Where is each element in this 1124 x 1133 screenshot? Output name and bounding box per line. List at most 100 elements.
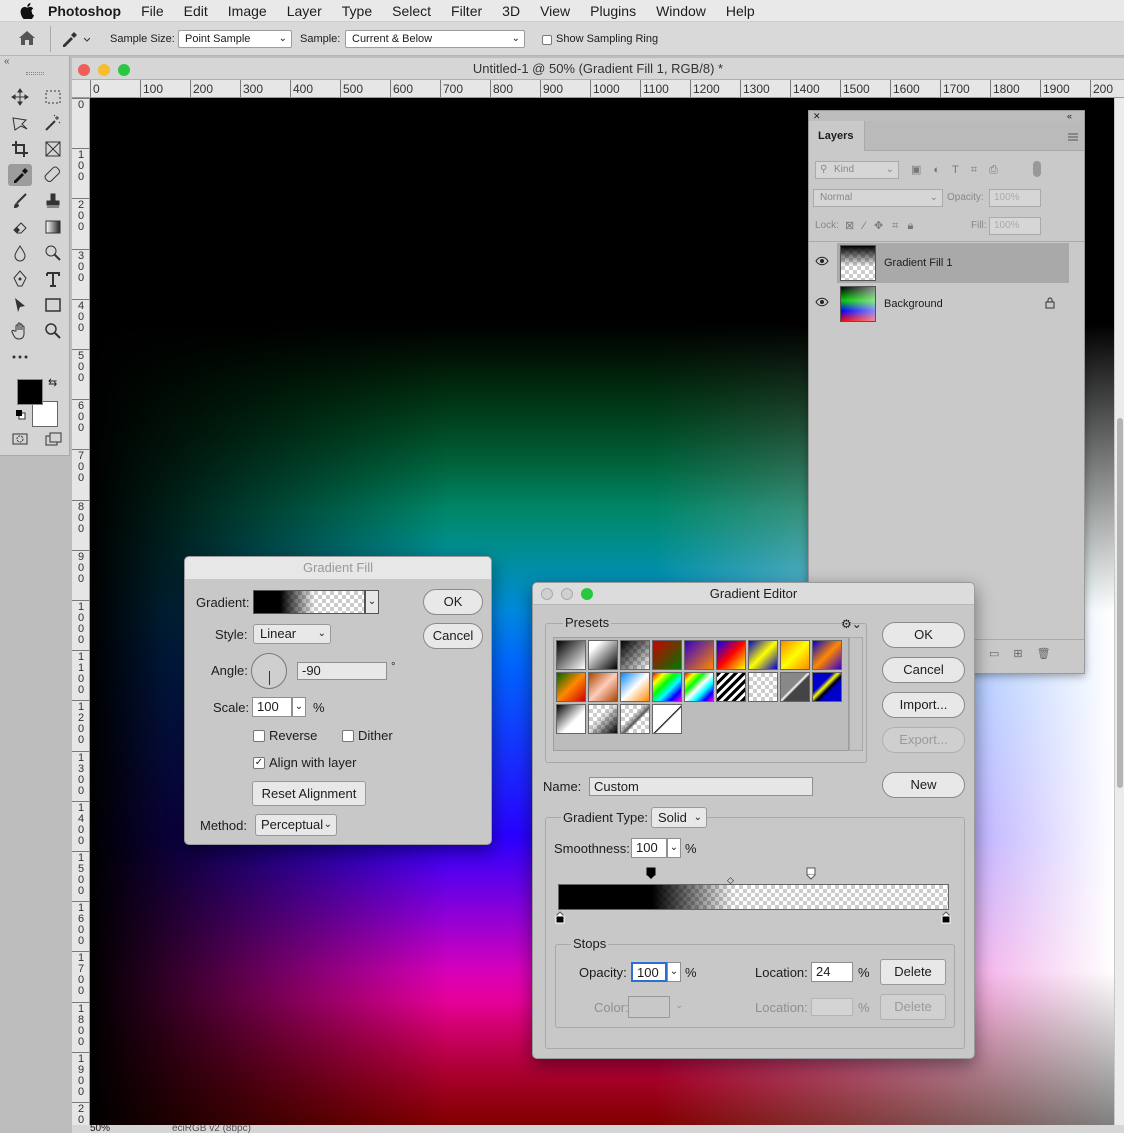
eyedropper-preset-icon[interactable] [60,30,91,51]
rectangle-tool-icon[interactable] [41,294,65,316]
layer-name[interactable]: Gradient Fill 1 [884,257,952,269]
preset-swatch[interactable] [652,640,682,670]
lock-icons[interactable]: ⊠⁄✥⌗🔒︎ [845,219,922,233]
visibility-eye-icon[interactable] [815,256,829,269]
eraser-tool-icon[interactable] [8,216,32,238]
export-button[interactable]: Export... [882,727,965,753]
preset-swatch[interactable] [652,704,682,734]
panel-menu-icon[interactable] [1067,131,1079,145]
stop-color-dropdown-icon[interactable]: ⌄ [675,1000,683,1011]
preset-swatch[interactable] [748,640,778,670]
menu-filter[interactable]: Filter [441,3,492,19]
kind-filter-select[interactable]: ⚲ Kind ⌄ [815,161,899,179]
vertical-scrollbar[interactable] [1114,98,1124,1125]
type-tool-icon[interactable] [41,268,65,290]
preset-swatch[interactable] [652,672,682,702]
collapse-icon[interactable]: « [4,56,10,67]
layer-row[interactable]: Background [815,284,1069,324]
smoothness-input[interactable]: 100 [631,838,667,858]
ok-button[interactable]: OK [882,622,965,648]
zoom-level[interactable]: 50% [90,1125,110,1133]
menu-view[interactable]: View [530,3,580,19]
close-window-icon[interactable] [78,64,90,76]
style-select[interactable]: Linear ⌄ [253,624,331,644]
scale-input[interactable]: 100 [252,697,292,717]
preset-swatch[interactable] [620,704,650,734]
presets-scrollbar[interactable] [849,637,863,751]
screen-mode-icon[interactable] [41,428,65,450]
filter-toggle[interactable] [1033,161,1041,177]
preset-swatch[interactable] [588,640,618,670]
panel-footer-icons[interactable]: ▭⊞🗑︎ [989,647,1065,660]
blend-mode-select[interactable]: Normal ⌄ [813,189,943,207]
zoom-tool-icon[interactable] [41,320,65,342]
new-button[interactable]: New [882,772,965,798]
menu-image[interactable]: Image [218,3,277,19]
method-select[interactable]: Perceptual ⌄ [255,814,337,836]
preset-swatch[interactable] [684,672,714,702]
preset-swatch[interactable] [556,704,586,734]
reverse-checkbox[interactable] [253,730,265,742]
menu-select[interactable]: Select [382,3,441,19]
menu-window[interactable]: Window [646,3,716,19]
preset-swatch[interactable] [780,640,810,670]
marquee-tool-icon[interactable] [41,86,65,108]
presets-gear-icon[interactable]: ⚙⌄ [841,617,862,631]
opacity-stop[interactable] [806,867,816,880]
angle-dial[interactable] [251,653,287,689]
stop-location-input[interactable]: 24 [811,962,853,982]
import-button[interactable]: Import... [882,692,965,718]
menu-help[interactable]: Help [716,3,765,19]
dodge-tool-icon[interactable] [41,242,65,264]
hand-tool-icon[interactable] [8,320,32,342]
frame-tool-icon[interactable] [41,138,65,160]
ok-button[interactable]: OK [423,589,483,615]
panel-collapse-icon[interactable]: « [1067,111,1072,121]
close-window-icon[interactable] [541,588,553,600]
visibility-eye-icon[interactable] [815,297,829,310]
preset-swatch[interactable] [812,672,842,702]
menu-edit[interactable]: Edit [174,3,218,19]
layers-tab[interactable]: Layers [809,121,865,151]
scroll-thumb[interactable] [1117,418,1123,788]
move-tool-icon[interactable] [8,86,32,108]
preset-swatch[interactable] [588,704,618,734]
sample-select[interactable]: Current & Below ⌄ [345,30,525,48]
color-location-input[interactable] [811,998,853,1016]
crop-tool-icon[interactable] [8,138,32,160]
eyedropper-tool-icon[interactable] [8,164,32,186]
foreground-color-swatch[interactable] [17,379,43,405]
align-with-layer-checkbox[interactable]: ✓ [253,757,265,769]
panel-close-icon[interactable]: ✕ [809,111,1084,121]
preset-swatch[interactable] [556,672,586,702]
default-colors-icon[interactable] [16,409,26,420]
color-stop-right[interactable] [941,911,951,924]
zoom-window-icon[interactable] [581,588,593,600]
minimize-window-icon[interactable] [98,64,110,76]
apple-icon[interactable] [16,0,38,22]
pen-tool-icon[interactable] [8,268,32,290]
layer-name[interactable]: Background [884,298,943,310]
stop-opacity-dropdown-icon[interactable]: ⌄ [667,962,681,982]
lasso-tool-icon[interactable] [8,112,32,134]
gradient-swatch[interactable] [253,590,365,614]
preset-swatch[interactable] [620,640,650,670]
app-menu[interactable]: Photoshop [38,3,131,19]
show-sampling-ring-checkbox[interactable] [542,35,552,45]
preset-swatch[interactable] [716,672,746,702]
opacity-stop-selected[interactable] [646,867,656,880]
healing-brush-tool-icon[interactable] [41,164,65,186]
cancel-button[interactable]: Cancel [423,623,483,649]
magic-wand-tool-icon[interactable] [41,112,65,134]
zoom-window-icon[interactable] [118,64,130,76]
preset-swatch[interactable] [716,640,746,670]
menu-plugins[interactable]: Plugins [580,3,646,19]
stop-color-swatch[interactable] [628,996,670,1018]
smoothness-dropdown-icon[interactable]: ⌄ [667,838,681,858]
menu-file[interactable]: File [131,3,174,19]
preset-swatch[interactable] [588,672,618,702]
gradient-preview-bar[interactable] [558,884,949,910]
gradient-type-select[interactable]: Solid ⌄ [651,807,707,828]
delete-color-stop-button[interactable]: Delete [880,994,946,1020]
path-selection-tool-icon[interactable] [8,294,32,316]
